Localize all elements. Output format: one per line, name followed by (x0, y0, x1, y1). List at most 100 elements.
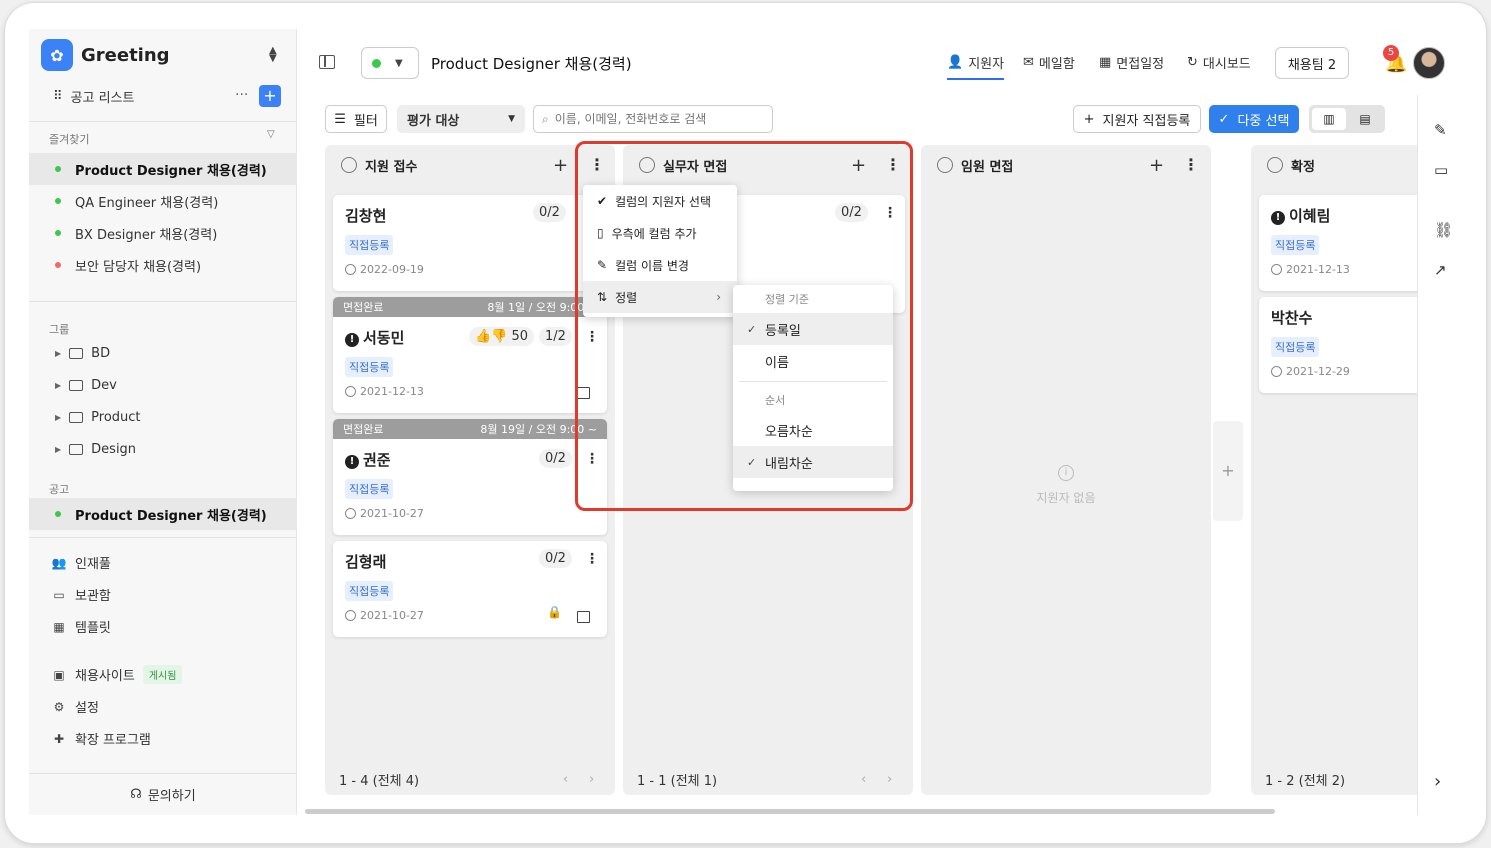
evaluation-count: 0/2 (533, 203, 566, 222)
horizontal-scrollbar[interactable] (305, 809, 1275, 814)
help-button[interactable]: ☊ 문의하기 (29, 773, 297, 815)
menu-archive[interactable]: ▭ 보관함 (51, 585, 111, 605)
puzzle-icon: ✚ (53, 731, 65, 746)
group-item-dev[interactable]: ▶ Dev (55, 378, 117, 393)
link-icon[interactable]: ⛓ (1434, 221, 1453, 239)
people-icon: 👥 (51, 555, 67, 570)
group-label: Product (91, 410, 141, 425)
avatar[interactable] (1413, 47, 1445, 79)
name-text: 권준 (363, 451, 391, 469)
clock-icon (345, 264, 356, 275)
column-confirmed: 확정 ! 이혜림 직접등록 2021-12-13 박찬수 직접등록 2021-12… (1251, 145, 1421, 795)
add-card-icon[interactable]: + (553, 155, 568, 176)
external-link-icon[interactable]: ↗ (1434, 261, 1447, 279)
caret-right-icon: ▶ (55, 413, 62, 422)
notification-badge: 5 (1383, 45, 1399, 61)
gear-icon: ⚙ (53, 699, 65, 714)
group-item-design[interactable]: ▶ Design (55, 442, 136, 457)
alert-icon: ! (345, 455, 359, 469)
group-item-product[interactable]: ▶ Product (55, 410, 141, 425)
board-view-icon[interactable]: ▥ (1312, 108, 1346, 130)
applicant-card[interactable]: ! 이혜림 직접등록 2021-12-13 (1259, 195, 1421, 291)
column-footer: 1 - 2 (전체 2) (1251, 763, 1421, 795)
tab-interviews[interactable]: ▦ 면접일정 (1099, 53, 1164, 72)
updown-chevron-icon[interactable]: ▲ ▼ (269, 46, 277, 64)
group-item-bd[interactable]: ▶ BD (55, 346, 110, 361)
applied-date: 2021-12-29 (1271, 365, 1350, 378)
favorite-item[interactable]: BX Designer 채용(경력) (29, 217, 297, 249)
search-input[interactable] (554, 112, 755, 126)
job-status-select[interactable]: ▼ (361, 47, 419, 79)
next-page-icon[interactable]: › (589, 772, 594, 787)
caret-right-icon: ▶ (55, 445, 62, 454)
inbox-icon[interactable]: ▭ (1434, 161, 1448, 179)
tab-mailbox[interactable]: ✉ 메일함 (1023, 53, 1075, 72)
site-icon: ▣ (53, 667, 65, 682)
menu-talent-pool[interactable]: 👥 인재풀 (51, 553, 111, 573)
tab-applicants[interactable]: 👤 지원자 (947, 53, 1005, 80)
applicant-card[interactable]: 면접완료 8월 19일 / 오전 9:00 ~ ! 권준 0/2 ⋮ 직접등록 20… (333, 419, 607, 535)
current-job-item[interactable]: Product Designer 채용(경력) (29, 498, 297, 530)
card-menu-icon[interactable]: ⋮ (585, 551, 599, 567)
menu-career-site[interactable]: ▣ 채용사이트 게시됨 (51, 665, 183, 684)
add-card-icon[interactable]: + (1149, 155, 1164, 176)
inbox-icon: ▭ (53, 587, 65, 602)
menu-settings[interactable]: ⚙ 설정 (51, 697, 99, 717)
job-list-link[interactable]: ⠿ 공고 리스트 (53, 87, 134, 106)
applicant-card[interactable]: 김창현 0/2 직접등록 2022-09-19 (333, 195, 607, 291)
favorite-item[interactable]: Product Designer 채용(경력) (29, 153, 297, 185)
chevron-down-icon[interactable]: ▽ (267, 129, 275, 140)
table-view-icon[interactable]: ▤ (1348, 108, 1382, 130)
rating-badge: 👍👎 50 (469, 327, 535, 346)
panel-toggle-icon[interactable] (319, 55, 335, 69)
add-column-button[interactable]: + (1213, 421, 1243, 521)
edit-icon[interactable]: ✎ (1434, 121, 1447, 139)
grid-dots-icon: ⠿ (53, 89, 63, 104)
add-job-button[interactable]: + (259, 85, 281, 107)
groups-header: 그룹 (49, 323, 70, 336)
status-dot (55, 198, 61, 204)
evaluation-select[interactable]: 평가 대상 ▼ (397, 105, 525, 133)
menu-extensions[interactable]: ✚ 확장 프로그램 (51, 729, 151, 749)
applied-date: 2022-09-19 (345, 263, 424, 276)
applicant-card[interactable]: 김형래 0/2 ⋮ 직접등록 2021-10-27 🔒 (333, 541, 607, 637)
page-title: Product Designer 채용(경력) (431, 55, 632, 73)
smile-icon (341, 157, 357, 173)
rating-value: 50 (511, 329, 529, 344)
applicant-card[interactable]: 면접완료 8월 1일 / 오전 9:00 ~ ! 서동민 👍👎 50 1/2 ⋮ 직… (333, 297, 607, 413)
applied-date: 2021-10-27 (345, 609, 424, 622)
note-icon[interactable] (577, 611, 590, 623)
chevron-right-icon[interactable]: › (1434, 771, 1441, 792)
prev-page-icon[interactable]: ‹ (563, 772, 568, 787)
folder-icon (69, 348, 84, 359)
multi-select-button[interactable]: ✓ 다중 선택 (1209, 105, 1299, 133)
thumbs-icon: 👍👎 (475, 329, 512, 344)
favorite-item[interactable]: 보안 담당자 채용(경력) (29, 249, 297, 281)
status-dot (372, 58, 381, 68)
clock-icon (345, 386, 356, 397)
date-label: 2021-10-27 (360, 507, 424, 520)
search-box[interactable]: ⌕ (533, 105, 773, 133)
menu-templates[interactable]: ▦ 템플릿 (51, 617, 111, 637)
tab-dashboard[interactable]: ↻ 대시보드 (1187, 53, 1251, 72)
register-applicant-button[interactable]: + 지원자 직접등록 (1073, 105, 1201, 133)
favorite-item[interactable]: QA Engineer 채용(경력) (29, 185, 297, 217)
team-button[interactable]: 채용팀 2 (1275, 47, 1349, 79)
next-page-icon[interactable]: › (887, 772, 892, 787)
refresh-icon: ↻ (1187, 55, 1198, 70)
prev-page-icon[interactable]: ‹ (861, 772, 866, 787)
toolbar: ☰ 필터 평가 대상 ▼ ⌕ + 지원자 직접등록 ✓ 다중 선택 ▥▤ (297, 95, 1417, 145)
filter-button[interactable]: ☰ 필터 (325, 105, 387, 133)
applicant-card[interactable]: 박찬수 직접등록 2021-12-29 (1259, 297, 1421, 393)
column-title: 확정 (1291, 159, 1315, 175)
interview-status: 면접완료 (343, 301, 384, 314)
more-icon[interactable]: ··· (235, 87, 248, 103)
tab-label: 대시보드 (1202, 57, 1251, 72)
clock-icon (345, 508, 356, 519)
select-value: 평가 대상 (407, 113, 460, 129)
pagination-label: 1 - 1 (전체 1) (637, 773, 718, 789)
tab-label: 지원자 (968, 57, 1005, 72)
column-menu-icon[interactable]: ⋮ (1183, 155, 1199, 174)
workspace-switcher[interactable]: ✿ Greeting (41, 39, 170, 71)
group-label: BD (91, 346, 111, 361)
